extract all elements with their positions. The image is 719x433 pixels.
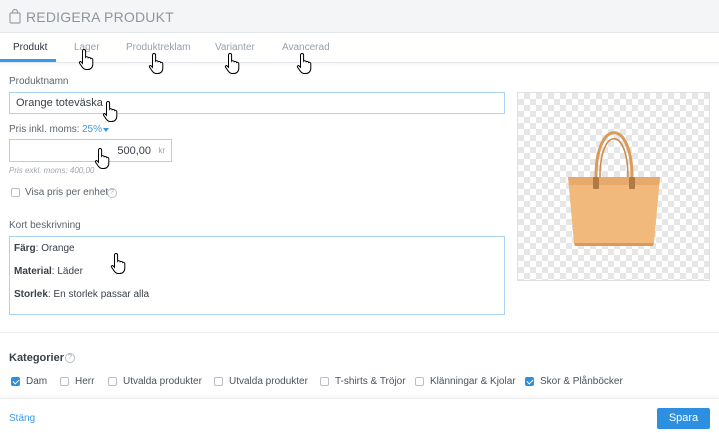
price-input[interactable]: 500,00 kr [9,139,172,162]
product-name-input[interactable]: Orange toteväska [9,92,505,114]
chevron-down-icon[interactable] [103,128,109,132]
tab-bar: Produkt Lager Produktreklam Varianter Av… [0,33,719,63]
help-icon[interactable]: ? [65,353,75,363]
help-icon[interactable]: ? [107,188,117,198]
close-link[interactable]: Stäng [9,413,35,424]
categories-title: Kategorier [9,352,65,364]
short-description-label: Kort beskrivning [9,220,81,231]
show-unit-price-checkbox[interactable] [11,188,20,197]
tab-varianter[interactable]: Varianter [215,42,255,53]
desc-line-material: Material: Läder [14,266,83,277]
price-unit: kr [158,146,165,155]
category-checkbox[interactable] [60,377,69,386]
tab-avancerad[interactable]: Avancerad [282,42,330,53]
price-excl-vat: Pris exkl. moms: 400,00 [9,166,95,175]
price-label: Pris inkl. moms: [9,124,80,135]
desc-line-size: Storlek: En storlek passar alla [14,289,150,300]
show-unit-price-label: Visa pris per enhet [25,187,109,198]
shopping-bag-icon [9,8,21,27]
tab-lager[interactable]: Lager [74,42,100,53]
dialog-footer: Stäng Spara [0,398,719,433]
short-description-editor[interactable]: Färg: Orange Material: Läder Storlek: En… [9,236,505,315]
desc-line-color: Färg: Orange [14,243,75,254]
category-checkbox[interactable] [214,377,223,386]
tab-produktreklam[interactable]: Produktreklam [126,42,190,53]
save-button[interactable]: Spara [657,408,710,429]
tax-rate-dropdown[interactable]: 25% [82,124,102,135]
dialog-header: REDIGERA PRODUKT [0,0,719,33]
category-checkbox[interactable] [415,377,424,386]
tab-produkt[interactable]: Produkt [13,42,47,53]
product-image[interactable] [517,92,710,281]
tote-bag-image [568,131,660,246]
category-checkbox[interactable] [525,377,534,386]
price-value: 500,00 [117,145,151,157]
product-name-label: Produktnamn [9,76,69,87]
active-tab-indicator [0,59,56,62]
category-checkbox[interactable] [108,377,117,386]
dialog-title: REDIGERA PRODUKT [26,9,174,25]
category-checkbox[interactable] [11,377,20,386]
product-name-value: Orange toteväska [16,97,103,109]
category-checkbox[interactable] [320,377,329,386]
section-divider [0,332,719,333]
